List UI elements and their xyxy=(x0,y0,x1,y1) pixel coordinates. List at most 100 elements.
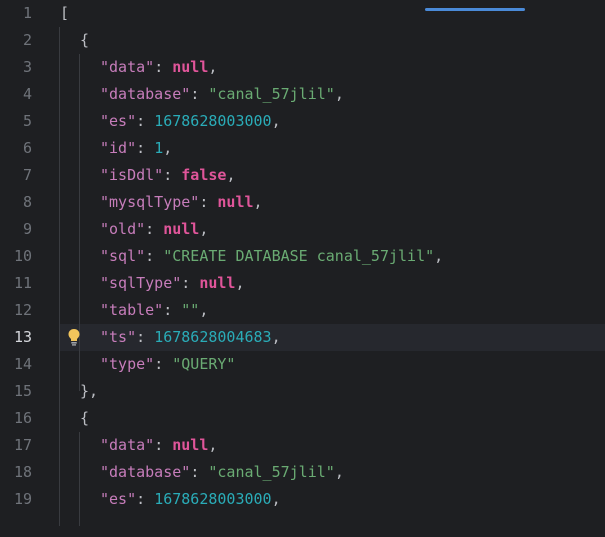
punctuation: : xyxy=(190,463,209,481)
code-line[interactable]: "old": null, xyxy=(60,216,605,243)
line-number: 10 xyxy=(13,247,32,265)
json-key: "sqlType" xyxy=(100,274,182,292)
code-line[interactable]: "sql": "CREATE DATABASE canal_57jlil", xyxy=(60,243,605,270)
code-line[interactable]: "ts": 1678628004683, xyxy=(60,324,605,351)
punctuation: , xyxy=(208,436,218,454)
code-line[interactable]: "mysqlType": null, xyxy=(60,189,605,216)
line-number: 19 xyxy=(13,490,32,508)
punctuation: : xyxy=(145,220,164,238)
punctuation: : xyxy=(163,301,182,319)
line-number: 17 xyxy=(13,436,32,454)
code-line[interactable]: "type": "QUERY" xyxy=(60,351,605,378)
code-line[interactable]: { xyxy=(60,27,605,54)
punctuation: : xyxy=(190,85,209,103)
json-key: "database" xyxy=(100,463,191,481)
punctuation: : xyxy=(145,247,164,265)
punctuation: : xyxy=(154,355,173,373)
punctuation: , xyxy=(199,301,209,319)
string-value: "canal_57jlil" xyxy=(208,85,335,103)
literal: null xyxy=(199,274,236,292)
string-value: "canal_57jlil" xyxy=(208,463,335,481)
line-number-gutter: 1 2 3 4 5 6 7 8 9 10 11 12 13 14 15 16 17 18 19 xyxy=(0,0,52,537)
line-number: 6 xyxy=(22,139,32,157)
punctuation: , xyxy=(226,166,236,184)
punctuation: : xyxy=(154,58,173,76)
punctuation: : xyxy=(136,490,155,508)
json-key: "data" xyxy=(100,58,155,76)
literal: null xyxy=(172,58,209,76)
code-line[interactable]: { xyxy=(60,405,605,432)
line-number: 7 xyxy=(22,166,32,184)
punctuation: , xyxy=(253,193,263,211)
punctuation: : xyxy=(136,328,155,346)
json-key: "type" xyxy=(100,355,155,373)
code-line[interactable]: }, xyxy=(60,378,605,405)
code-editor[interactable]: 1 2 3 4 5 6 7 8 9 10 11 12 13 14 15 16 17 18 19 [{"data": … xyxy=(0,0,605,537)
json-key: "mysqlType" xyxy=(100,193,200,211)
json-key: "es" xyxy=(100,112,137,130)
json-key: "ts" xyxy=(100,328,137,346)
line-number: 12 xyxy=(13,301,32,319)
punctuation: , xyxy=(271,490,281,508)
punctuation: : xyxy=(154,436,173,454)
line-number: 1 xyxy=(22,4,32,22)
punctuation: : xyxy=(136,112,155,130)
code-line[interactable]: "isDdl": false, xyxy=(60,162,605,189)
code-line[interactable]: [ xyxy=(60,0,605,27)
line-number: 14 xyxy=(13,355,32,373)
punctuation: { xyxy=(80,409,90,427)
code-line[interactable]: "es": 1678628003000, xyxy=(60,486,605,513)
punctuation: , xyxy=(208,58,218,76)
punctuation: { xyxy=(80,31,90,49)
line-number: 13 xyxy=(13,328,32,346)
json-key: "data" xyxy=(100,436,155,454)
code-line[interactable]: "es": 1678628003000, xyxy=(60,108,605,135)
json-key: "old" xyxy=(100,220,146,238)
code-line[interactable]: "data": null, xyxy=(60,432,605,459)
code-area[interactable]: [{"data": null, "database": "canal_57jlil… xyxy=(59,0,605,537)
punctuation: : xyxy=(136,139,155,157)
punctuation: , xyxy=(163,139,173,157)
punctuation: , xyxy=(271,328,281,346)
json-key: "isDdl" xyxy=(100,166,164,184)
indent-guide xyxy=(59,26,60,526)
code-line[interactable]: "table": "", xyxy=(60,297,605,324)
json-key: "database" xyxy=(100,85,191,103)
line-number: 4 xyxy=(22,85,32,103)
code-line[interactable]: "id": 1, xyxy=(60,135,605,162)
string-value: "" xyxy=(181,301,200,319)
number-value: 1678628004683 xyxy=(154,328,272,346)
json-key: "id" xyxy=(100,139,137,157)
literal: null xyxy=(163,220,200,238)
lightbulb-icon[interactable] xyxy=(67,328,81,346)
string-value: "CREATE DATABASE canal_57jlil" xyxy=(163,247,435,265)
code-line[interactable]: "data": null, xyxy=(60,54,605,81)
number-value: 1 xyxy=(154,139,164,157)
punctuation: , xyxy=(235,274,245,292)
number-value: 1678628003000 xyxy=(154,112,272,130)
line-number: 2 xyxy=(22,31,32,49)
punctuation: [ xyxy=(60,4,70,22)
line-number: 15 xyxy=(13,382,32,400)
line-number: 3 xyxy=(22,58,32,76)
literal: false xyxy=(181,166,227,184)
punctuation: : xyxy=(163,166,182,184)
json-key: "sql" xyxy=(100,247,146,265)
code-line[interactable]: "sqlType": null, xyxy=(60,270,605,297)
punctuation: , xyxy=(334,85,344,103)
json-key: "es" xyxy=(100,490,137,508)
line-number: 9 xyxy=(22,220,32,238)
line-number: 16 xyxy=(13,409,32,427)
punctuation: , xyxy=(334,463,344,481)
code-line[interactable]: "database": "canal_57jlil", xyxy=(60,81,605,108)
line-number: 5 xyxy=(22,112,32,130)
string-value: "QUERY" xyxy=(172,355,236,373)
punctuation: , xyxy=(271,112,281,130)
punctuation: : xyxy=(199,193,218,211)
json-key: "table" xyxy=(100,301,164,319)
line-number: 11 xyxy=(13,274,32,292)
line-number: 8 xyxy=(22,193,32,211)
indent-guide xyxy=(79,431,80,526)
code-line[interactable]: "database": "canal_57jlil", xyxy=(60,459,605,486)
literal: null xyxy=(172,436,209,454)
